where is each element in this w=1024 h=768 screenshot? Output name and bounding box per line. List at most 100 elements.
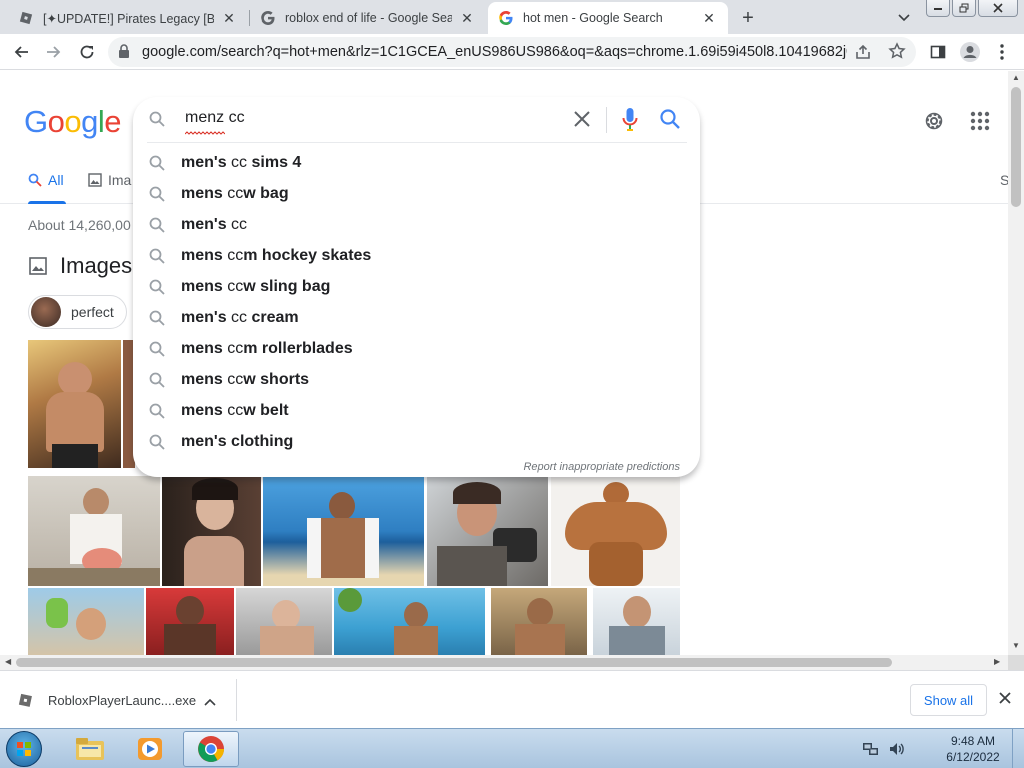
- tab-title: [✦UPDATE!] Pirates Legacy [Beta]: [43, 11, 214, 26]
- image-result[interactable]: [491, 588, 587, 655]
- scroll-thumb[interactable]: [1011, 87, 1021, 207]
- suggestion-bold-prefix: mens: [181, 370, 228, 388]
- image-result[interactable]: [593, 588, 680, 655]
- image-result[interactable]: [146, 588, 234, 655]
- scroll-down-arrow[interactable]: ▼: [1012, 641, 1020, 650]
- profile-icon[interactable]: [958, 40, 982, 64]
- report-predictions-link[interactable]: Report inappropriate predictions: [523, 461, 680, 473]
- image-result[interactable]: [334, 588, 485, 655]
- url-text[interactable]: google.com/search?q=hot+men&rlz=1C1GCEA_…: [142, 44, 847, 60]
- horizontal-scrollbar[interactable]: ◀ ▶: [0, 655, 1008, 670]
- suggestion-item[interactable]: mens ccm hockey skates: [133, 240, 700, 271]
- suggestion-text: men's cc: [181, 216, 247, 234]
- scroll-right-arrow[interactable]: ▶: [994, 657, 1000, 666]
- chrome-icon[interactable]: [183, 731, 239, 767]
- tab-hot-men[interactable]: hot men - Google Search ✕: [488, 2, 728, 34]
- scroll-left-arrow[interactable]: ◀: [5, 657, 11, 666]
- close-icon[interactable]: [998, 691, 1012, 710]
- apps-grid-icon[interactable]: [970, 111, 990, 136]
- kebab-menu-icon[interactable]: [990, 40, 1014, 64]
- star-icon[interactable]: [888, 42, 906, 65]
- forward-arrow-icon[interactable]: [42, 40, 66, 64]
- share-icon[interactable]: [854, 43, 872, 66]
- image-result[interactable]: [551, 476, 680, 586]
- images-heading-text: Images: [60, 253, 133, 278]
- suggestion-text: mens ccw shorts: [181, 371, 309, 389]
- tab-all[interactable]: All: [28, 172, 64, 188]
- suggestion-bold-prefix: men's: [181, 308, 232, 326]
- suggestion-match: cc: [227, 401, 244, 419]
- minimize-button[interactable]: [926, 0, 950, 17]
- suggestion-text: mens ccw sling bag: [181, 278, 330, 296]
- search-input[interactable]: [185, 109, 565, 127]
- chevron-down-icon[interactable]: [894, 8, 914, 28]
- close-icon[interactable]: ✕: [458, 9, 476, 27]
- tab-strip: [✦UPDATE!] Pirates Legacy [Beta] ✕ roblo…: [0, 0, 1024, 34]
- close-icon[interactable]: ✕: [700, 9, 718, 27]
- show-desktop-button[interactable]: [1012, 729, 1024, 768]
- clock-time: 9:48 AM: [950, 734, 996, 748]
- suggestion-item[interactable]: mens ccw belt: [133, 395, 700, 426]
- image-result[interactable]: [28, 340, 121, 468]
- suggestion-item[interactable]: men's clothing: [133, 426, 700, 457]
- windows-start-icon[interactable]: [6, 731, 42, 767]
- refine-chip[interactable]: perfect: [28, 295, 127, 329]
- network-icon[interactable]: [862, 741, 880, 757]
- reload-icon[interactable]: [75, 40, 99, 64]
- mic-icon[interactable]: [621, 107, 639, 138]
- image-result[interactable]: [427, 476, 548, 586]
- suggestion-bold-prefix: mens: [181, 401, 228, 419]
- restore-button[interactable]: [952, 0, 976, 17]
- image-result[interactable]: [28, 476, 160, 586]
- search-icon: [149, 434, 165, 450]
- show-all-button[interactable]: Show all: [910, 684, 987, 716]
- suggestion-match: cc: [227, 339, 244, 357]
- suggestion-item[interactable]: men's cc cream: [133, 302, 700, 333]
- close-icon[interactable]: ✕: [220, 9, 238, 27]
- suggestion-item[interactable]: men's cc: [133, 209, 700, 240]
- search-submit-button[interactable]: [659, 108, 681, 135]
- suggestion-bold-prefix: mens: [181, 246, 228, 264]
- suggestion-item[interactable]: mens ccw shorts: [133, 364, 700, 395]
- suggestion-match: cc: [231, 308, 248, 326]
- lock-icon[interactable]: [118, 44, 130, 63]
- volume-icon[interactable]: [888, 741, 906, 757]
- scroll-thumb[interactable]: [16, 658, 892, 667]
- tab-roblox-end-of-life[interactable]: roblox end of life - Google Search ✕: [250, 2, 486, 34]
- taskbar-clock[interactable]: 9:48 AM 6/12/2022: [938, 733, 1008, 765]
- tab-images[interactable]: Ima: [88, 172, 131, 188]
- media-player-icon[interactable]: [122, 731, 178, 767]
- gear-icon[interactable]: [922, 109, 946, 138]
- google-logo[interactable]: Google: [24, 104, 122, 140]
- tab-title: hot men - Google Search: [523, 11, 663, 25]
- window-close-button[interactable]: [978, 0, 1018, 17]
- suggestion-item[interactable]: mens ccm rollerblades: [133, 333, 700, 364]
- explorer-icon[interactable]: [62, 731, 118, 767]
- chevron-up-icon[interactable]: [204, 693, 216, 711]
- vertical-scrollbar[interactable]: ▲ ▼: [1008, 71, 1024, 655]
- suggestion-bold-prefix: mens: [181, 184, 228, 202]
- scroll-up-arrow[interactable]: ▲: [1012, 73, 1020, 82]
- tab-images-label: Ima: [108, 172, 132, 188]
- tab-more-partial[interactable]: S: [1000, 172, 1008, 188]
- image-result[interactable]: [263, 476, 424, 586]
- download-item[interactable]: RobloxPlayerLaunc....exe: [18, 685, 196, 715]
- back-arrow-icon[interactable]: [9, 40, 33, 64]
- clear-search-button[interactable]: [571, 108, 593, 135]
- active-tab-indicator: [28, 201, 66, 204]
- search-icon: [149, 279, 165, 295]
- image-result[interactable]: [236, 588, 332, 655]
- image-result[interactable]: [28, 588, 144, 655]
- suggestion-item[interactable]: mens ccw bag: [133, 178, 700, 209]
- side-panel-icon[interactable]: [926, 40, 950, 64]
- address-bar[interactable]: google.com/search?q=hot+men&rlz=1C1GCEA_…: [108, 37, 916, 67]
- suggestion-list: men's cc sims 4 mens ccw bag men's cc mens …: [133, 147, 700, 457]
- image-result[interactable]: [162, 476, 261, 586]
- search-icon: [149, 111, 165, 132]
- tab-pirates-legacy[interactable]: [✦UPDATE!] Pirates Legacy [Beta] ✕: [8, 2, 248, 34]
- suggestion-match: cc: [231, 153, 248, 171]
- suggestion-item[interactable]: mens ccw sling bag: [133, 271, 700, 302]
- image-icon: [88, 173, 102, 187]
- plus-icon[interactable]: +: [736, 6, 760, 30]
- suggestion-item[interactable]: men's cc sims 4: [133, 147, 700, 178]
